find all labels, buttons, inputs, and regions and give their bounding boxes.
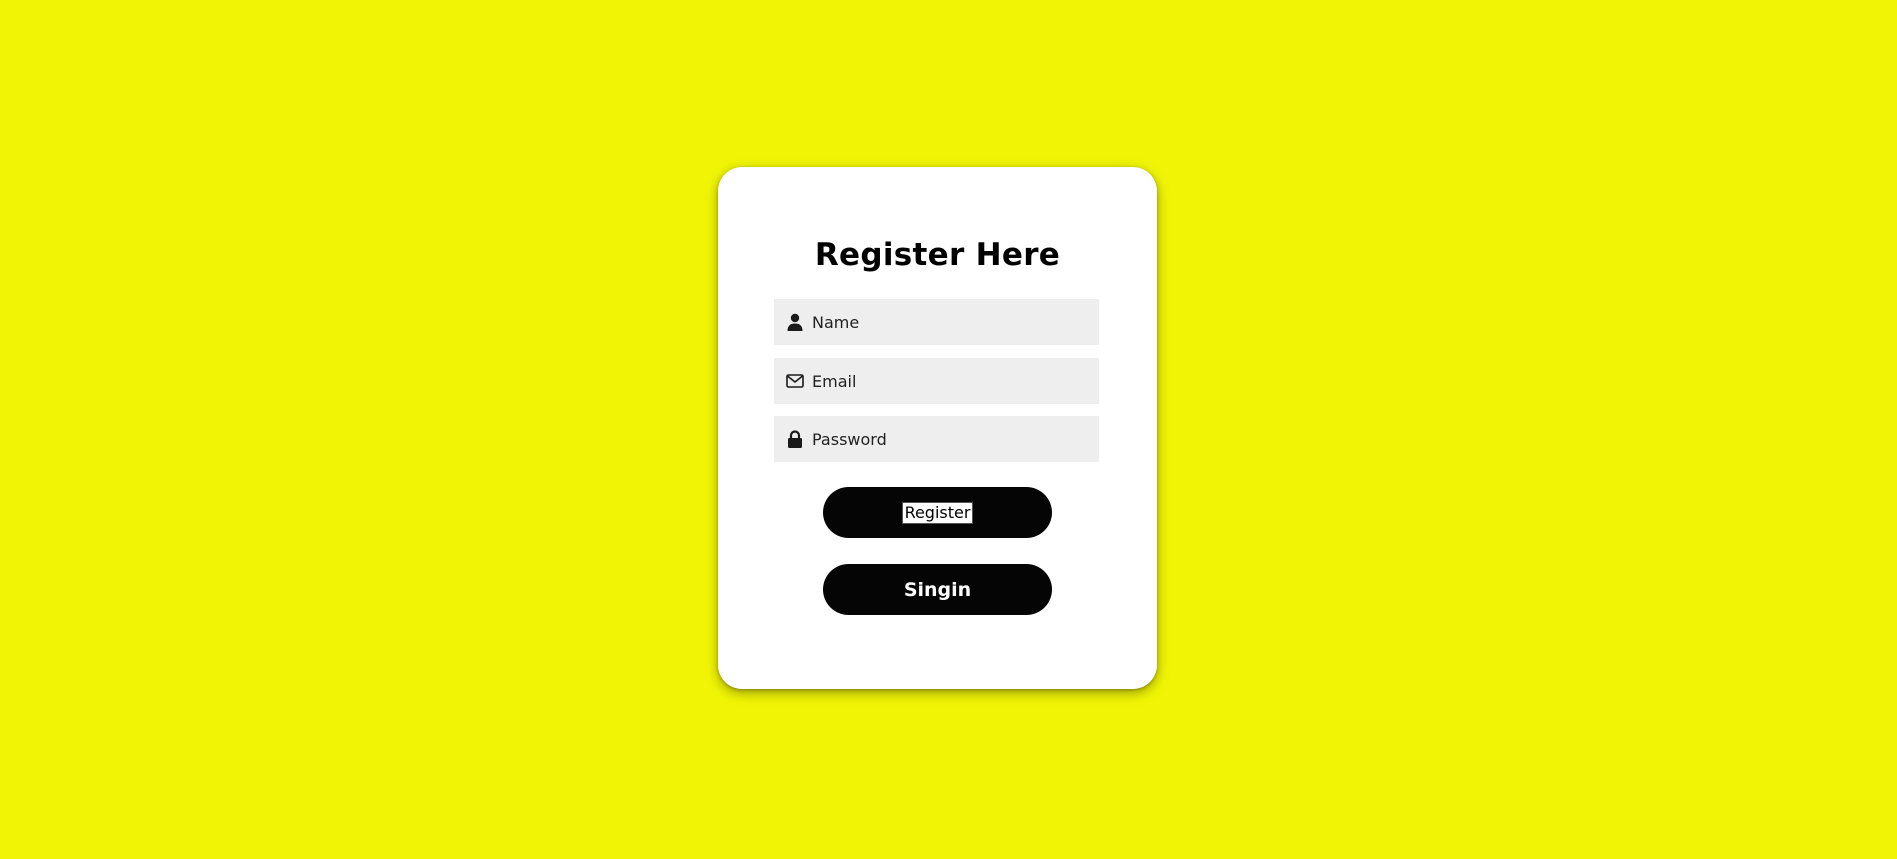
name-field-wrapper — [774, 299, 1099, 345]
signin-button-label: Singin — [903, 578, 972, 601]
lock-icon — [786, 430, 804, 448]
name-input[interactable] — [812, 299, 1099, 345]
register-button[interactable]: Register — [823, 487, 1052, 538]
user-icon — [786, 313, 804, 331]
email-input[interactable] — [812, 358, 1099, 404]
email-field-wrapper — [774, 358, 1099, 404]
signin-button[interactable]: Singin — [823, 564, 1052, 615]
register-button-label: Register — [901, 501, 974, 524]
password-field-wrapper — [774, 416, 1099, 462]
password-input[interactable] — [812, 416, 1099, 462]
register-card: Register Here Register — [718, 167, 1157, 689]
envelope-icon — [786, 372, 804, 390]
form-title: Register Here — [814, 237, 1061, 273]
